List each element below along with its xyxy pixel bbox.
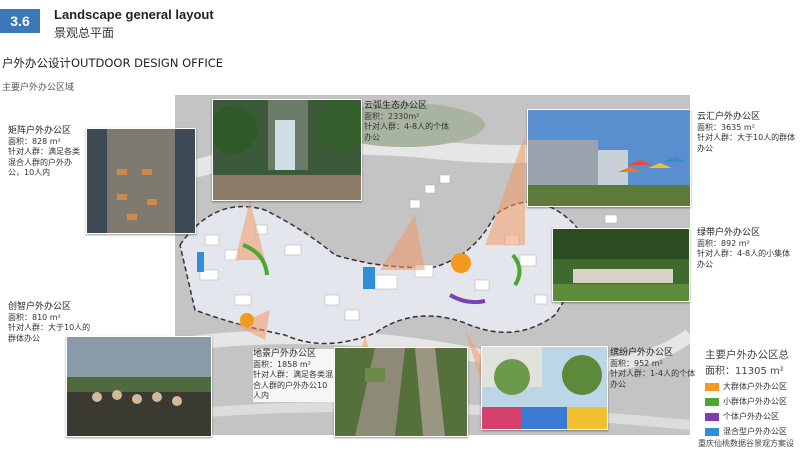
legend-item-small-group: 小群体户外办公区 [705, 396, 787, 407]
footer-project-name: 重庆仙桃数据谷景观方案设 [698, 439, 794, 448]
section-number: 3.6 [0, 9, 40, 33]
legend-label: 混合型户外办公区 [723, 427, 787, 436]
section-subtitle: 户外办公设计OUTDOOR DESIGN OFFICE [2, 56, 224, 70]
photo-landscape-zone [334, 347, 468, 437]
zone-annotation-landscape: 地景户外办公区 面积：1858 m² 针对人群：满足各类混合人群的户外办公10人… [253, 349, 335, 402]
zone-target: 针对人群：满足各类混合人群的户外办公，10人内 [8, 147, 80, 177]
zone-annotation-cloud-gather: 云汇户外办公区 面积：3635 m² 针对人群：大于10人的群体办公 [697, 112, 797, 154]
zone-name: 绿带户外办公区 [697, 228, 761, 238]
legend-swatch [705, 382, 719, 391]
zone-area: 面积：3635 m² [697, 122, 755, 132]
zone-target: 针对人群：4-8人的小集体办公 [697, 249, 791, 269]
zone-name: 云汇户外办公区 [697, 112, 761, 122]
zone-annotation-colorful: 缤纷户外办公区 面积：952 m² 针对人群：1-4人的个体办公 [610, 348, 700, 390]
zone-area: 面积：892 m² [697, 238, 750, 248]
zone-annotation-cloud-arc: 云弧生态办公区 面积：2330m² 针对人群：4-8人的个体办公 [364, 101, 452, 143]
legend-swatch [705, 412, 719, 421]
zone-annotation-innovation: 创智户外办公区 面积：810 m² 针对人群：大于10人的群体办公 [8, 302, 92, 344]
zone-area: 面积：952 m² [610, 358, 663, 368]
legend-item-large-group: 大群体户外办公区 [705, 381, 787, 392]
photo-cloud-arc-zone [212, 99, 362, 201]
zone-target: 针对人群：满足各类混合人群的户外办公10人内 [253, 370, 333, 400]
zone-area: 面积：828 m² [8, 136, 61, 146]
region-label: 主要户外办公区域 [2, 83, 75, 93]
page-title-cn: 景观总平面 [54, 26, 115, 40]
zone-area: 面积：1858 m² [253, 359, 311, 369]
zone-annotation-green-belt: 绿带户外办公区 面积：892 m² 针对人群：4-8人的小集体办公 [697, 228, 797, 270]
legend-label: 小群体户外办公区 [723, 397, 787, 406]
zone-area: 面积：2330m² [364, 111, 420, 121]
legend-item-mixed: 混合型户外办公区 [705, 426, 787, 437]
zone-name: 缤纷户外办公区 [610, 348, 674, 358]
zone-name: 创智户外办公区 [8, 302, 72, 312]
zone-area: 面积：810 m² [8, 312, 61, 322]
legend-label: 大群体户外办公区 [723, 382, 787, 391]
photo-innovation-zone [66, 336, 212, 437]
photo-cloud-gather-zone [527, 109, 691, 207]
photo-green-belt-zone [552, 228, 690, 302]
page-title-en: Landscape general layout [54, 7, 214, 22]
legend-total-area: 面积：11305 m² [705, 366, 784, 377]
legend-swatch [705, 427, 719, 436]
zone-target: 针对人群：大于10人的群体办公 [8, 323, 91, 343]
legend-label: 个体户外办公区 [723, 412, 779, 421]
zone-target: 针对人群：大于10人的群体办公 [697, 133, 796, 153]
zone-name: 矩阵户外办公区 [8, 126, 72, 136]
photo-colorful-zone [481, 346, 608, 430]
legend-swatch [705, 397, 719, 406]
zone-annotation-matrix: 矩阵户外办公区 面积：828 m² 针对人群：满足各类混合人群的户外办公，10人… [8, 126, 84, 179]
zone-target: 针对人群：1-4人的个体办公 [610, 369, 696, 389]
photo-matrix-zone [86, 128, 196, 234]
legend-title: 主要户外办公区总 [705, 349, 789, 361]
zone-name: 地景户外办公区 [253, 349, 317, 359]
zone-target: 针对人群：4-8人的个体办公 [364, 122, 450, 142]
zone-name: 云弧生态办公区 [364, 101, 428, 111]
legend-item-individual: 个体户外办公区 [705, 411, 779, 422]
